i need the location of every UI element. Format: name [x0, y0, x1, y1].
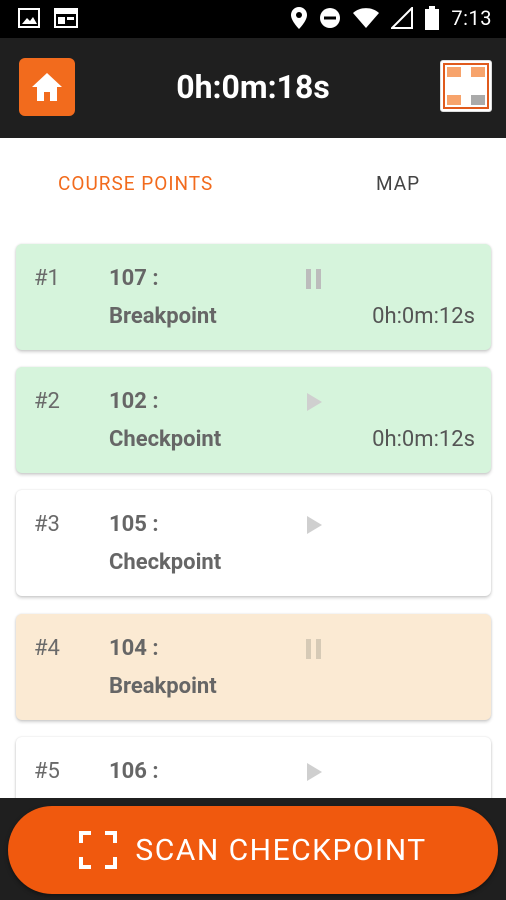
logo-icon: [443, 63, 489, 109]
pause-icon: [306, 639, 321, 659]
do-not-disturb-icon: [320, 8, 341, 28]
clock: 7:13: [451, 6, 492, 30]
pause-icon: [306, 269, 321, 289]
wifi-icon: [353, 8, 380, 28]
point-time: 0h:0m:12s: [372, 427, 475, 452]
elapsed-timer: 0h:0m:18s: [176, 68, 330, 106]
status-bar: 7:13: [0, 0, 506, 38]
point-code: 106 :: [109, 759, 159, 784]
list-item[interactable]: #4 104 : Breakpoint: [16, 614, 491, 720]
tab-course-points[interactable]: COURSE POINTS: [58, 172, 213, 195]
list-item[interactable]: #2 102 : Checkpoint 0h:0m:12s: [16, 367, 491, 473]
point-code: 105 :: [109, 512, 159, 537]
play-icon: [307, 516, 322, 534]
point-time: 0h:0m:12s: [372, 304, 475, 329]
app-logo[interactable]: [440, 60, 492, 112]
point-number: #1: [34, 266, 60, 291]
tab-bar: COURSE POINTS MAP: [0, 138, 506, 228]
point-number: #5: [34, 759, 60, 784]
location-icon: [291, 7, 308, 29]
point-type: Checkpoint: [109, 427, 222, 452]
point-type: Checkpoint: [109, 550, 222, 575]
image-icon: [18, 8, 40, 28]
scan-checkpoint-button[interactable]: SCAN CHECKPOINT: [8, 806, 498, 894]
point-type: Breakpoint: [109, 674, 217, 699]
list-item[interactable]: #1 107 : Breakpoint 0h:0m:12s: [16, 244, 491, 350]
scan-frame-icon: [79, 831, 118, 869]
point-number: #4: [34, 636, 60, 661]
toolbar: 0h:0m:18s: [0, 38, 506, 138]
point-number: #3: [34, 512, 60, 537]
point-code: 104 :: [109, 636, 159, 661]
play-icon: [307, 763, 322, 781]
calendar-icon: [54, 8, 78, 28]
signal-icon: [391, 7, 414, 29]
tab-map[interactable]: MAP: [376, 172, 420, 195]
point-type: Breakpoint: [109, 304, 217, 329]
point-code: 107 :: [109, 266, 159, 291]
play-icon: [307, 393, 322, 411]
point-code: 102 :: [109, 389, 159, 414]
scan-checkpoint-label: SCAN CHECKPOINT: [135, 832, 427, 868]
list-item[interactable]: #3 105 : Checkpoint: [16, 490, 491, 596]
point-number: #2: [34, 389, 60, 414]
battery-icon: [425, 6, 440, 30]
